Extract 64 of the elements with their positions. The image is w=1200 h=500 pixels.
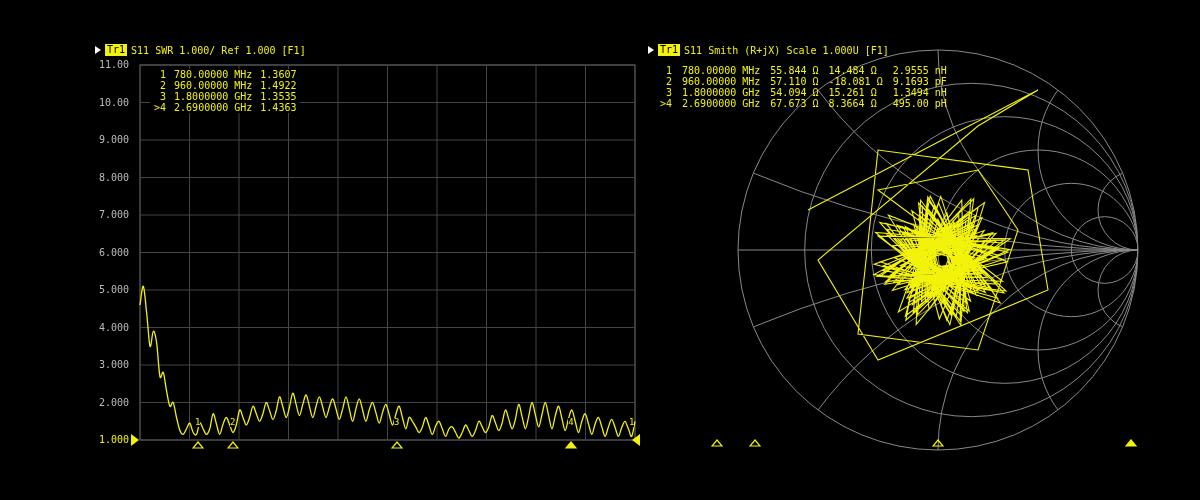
marker-value: 1.4922 xyxy=(260,80,297,91)
triangle-icon xyxy=(648,46,654,54)
axis-label: 7.000 xyxy=(98,209,129,221)
marker-frequency: 2.6900000 GHz xyxy=(682,98,761,109)
axis-label: 2.000 xyxy=(98,396,129,409)
marker-frequency: 780.00000 MHz xyxy=(682,65,761,76)
marker-triangle-icon[interactable] xyxy=(932,439,944,447)
marker-triangle-icon[interactable] xyxy=(390,441,403,449)
marker-label: 1 xyxy=(194,418,201,427)
marker-number: 2 xyxy=(665,76,673,87)
axis-label: 6.000 xyxy=(98,246,129,259)
marker-resistance: 67.673 Ω xyxy=(770,98,819,109)
marker-component: 9.1693 pF xyxy=(892,76,947,87)
marker-label: 3 xyxy=(393,418,400,427)
marker-triangle-icon[interactable] xyxy=(191,441,204,449)
marker-number: 3 xyxy=(665,87,673,98)
marker-resistance: 54.094 Ω xyxy=(770,87,819,98)
marker-reactance: 15.261 Ω xyxy=(828,87,878,98)
marker-triangle-icon[interactable] xyxy=(227,441,240,449)
marker-triangle-icon[interactable] xyxy=(749,439,761,447)
marker-number: 3 xyxy=(159,91,167,102)
marker-triangle-icon[interactable] xyxy=(711,439,723,447)
marker-frequency: 780.00000 MHz xyxy=(174,69,253,80)
axis-label: 9.000 xyxy=(98,134,129,146)
marker-label: 2 xyxy=(230,418,236,427)
marker-number: 2 xyxy=(159,80,167,91)
trace-label[interactable]: Tr1 xyxy=(105,44,128,56)
marker-component: 495.00 pH xyxy=(892,98,947,109)
marker-label: 4 xyxy=(568,418,574,427)
marker-frequency: 1.8000000 GHz xyxy=(682,87,761,98)
marker-number: >4 xyxy=(154,102,167,113)
chart-header: S11 Smith (R+jX) Scale 1.000U [F1] xyxy=(684,44,889,56)
trace-label[interactable]: Tr1 xyxy=(658,44,681,56)
marker-triangle-icon[interactable] xyxy=(565,441,578,449)
marker-value: 1.3535 xyxy=(260,91,297,102)
marker-value: 1.3607 xyxy=(260,69,297,80)
marker-frequency: 960.00000 MHz xyxy=(682,76,761,87)
chart-header: S11 SWR 1.000/ Ref 1.000 [F1] xyxy=(131,44,306,56)
axis-label: 8.000 xyxy=(98,171,129,184)
axis-label: 10.00 xyxy=(98,96,129,109)
axis-label: 5.000 xyxy=(98,284,129,296)
marker-frequency: 1.8000000 GHz xyxy=(174,91,253,102)
axis-label: 4.000 xyxy=(98,321,129,334)
marker-resistance: 55.844 Ω xyxy=(770,65,819,76)
marker-number: 1 xyxy=(665,65,673,76)
axis-label: 3.000 xyxy=(98,359,129,371)
marker-reactance: 8.3664 Ω xyxy=(828,98,878,109)
reference-marker-icon xyxy=(131,434,139,446)
marker-number: 1 xyxy=(159,69,167,80)
marker-label: 1 xyxy=(629,418,635,427)
triangle-icon xyxy=(95,46,101,54)
marker-reactance: 14.484 Ω xyxy=(828,65,878,76)
reference-level-label: 1.000 xyxy=(98,434,129,446)
marker-frequency: 960.00000 MHz xyxy=(174,80,253,91)
marker-frequency: 2.6900000 GHz xyxy=(174,102,253,113)
marker-reactance: -18.081 Ω xyxy=(828,76,883,87)
marker-resistance: 57.110 Ω xyxy=(770,76,819,87)
marker-number: >4 xyxy=(660,98,673,109)
marker-triangle-icon[interactable] xyxy=(1125,439,1137,447)
marker-value: 1.4363 xyxy=(260,102,297,113)
reference-marker-icon xyxy=(632,434,640,446)
axis-label: 11.00 xyxy=(98,59,129,71)
marker-component: 2.9555 nH xyxy=(892,65,947,76)
marker-component: 1.3494 nH xyxy=(892,87,947,98)
